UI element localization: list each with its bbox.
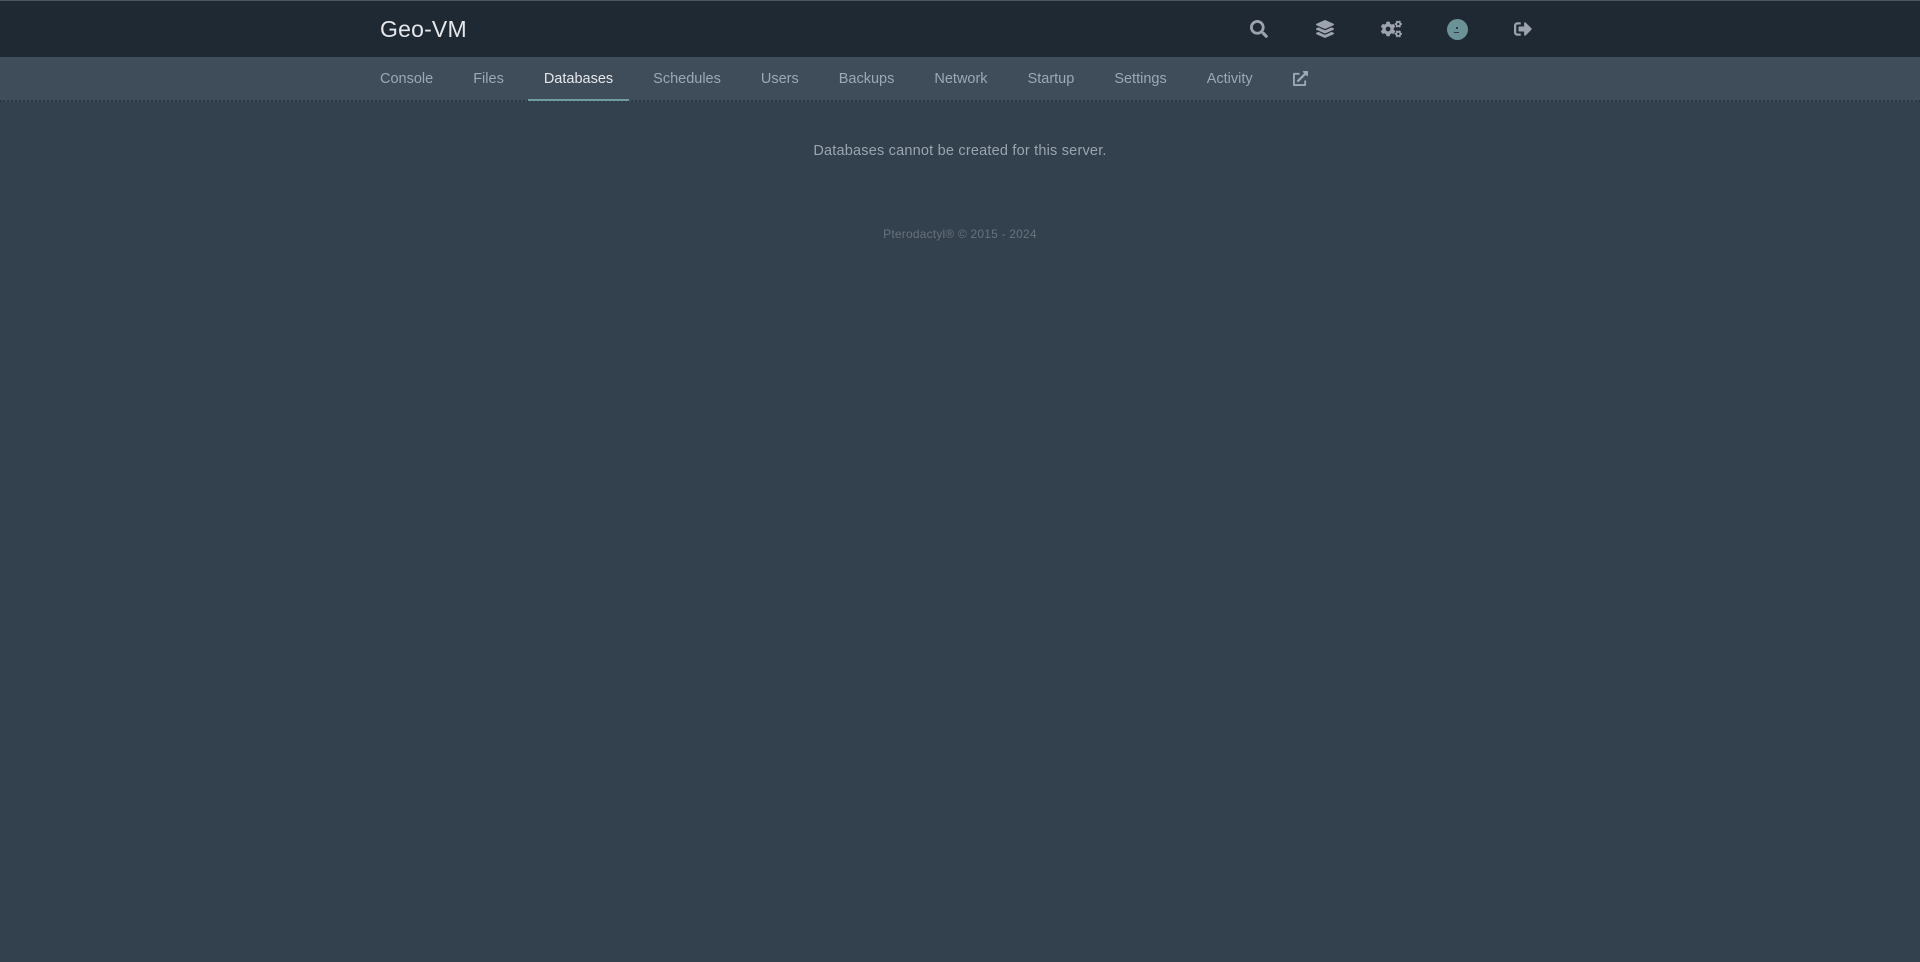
subnav-tabs: Console Files Databases Schedules Users … bbox=[364, 57, 1556, 101]
tab-databases[interactable]: Databases bbox=[527, 57, 630, 101]
tab-console[interactable]: Console bbox=[364, 57, 449, 100]
tab-files[interactable]: Files bbox=[457, 57, 520, 100]
tab-users[interactable]: Users bbox=[745, 57, 815, 100]
tab-startup[interactable]: Startup bbox=[1012, 57, 1091, 100]
tab-activity[interactable]: Activity bbox=[1191, 57, 1269, 100]
server-title[interactable]: Geo-VM bbox=[380, 16, 467, 43]
tab-settings[interactable]: Settings bbox=[1098, 57, 1182, 100]
account-button[interactable] bbox=[1424, 1, 1490, 57]
cogs-icon bbox=[1380, 20, 1402, 38]
top-bar: Geo-VM bbox=[0, 0, 1920, 57]
admin-button[interactable] bbox=[1358, 1, 1424, 57]
server-subnav: Console Files Databases Schedules Users … bbox=[0, 57, 1920, 102]
empty-state-message: Databases cannot be created for this ser… bbox=[813, 143, 1107, 159]
sign-out-icon bbox=[1514, 22, 1532, 36]
tab-external-link[interactable] bbox=[1277, 57, 1324, 100]
top-actions bbox=[1226, 1, 1556, 57]
search-button[interactable] bbox=[1226, 1, 1292, 57]
tab-backups[interactable]: Backups bbox=[823, 57, 911, 100]
tab-network[interactable]: Network bbox=[918, 57, 1003, 100]
logout-button[interactable] bbox=[1490, 1, 1556, 57]
layers-icon bbox=[1316, 20, 1334, 38]
layers-button[interactable] bbox=[1292, 1, 1358, 57]
footer-copyright: Pterodactyl® © 2015 - 2024 bbox=[883, 227, 1037, 241]
avatar-icon bbox=[1446, 18, 1468, 40]
external-link-icon bbox=[1292, 71, 1308, 86]
tab-schedules[interactable]: Schedules bbox=[637, 57, 737, 100]
search-icon bbox=[1250, 20, 1268, 38]
main-content: Databases cannot be created for this ser… bbox=[364, 102, 1556, 241]
